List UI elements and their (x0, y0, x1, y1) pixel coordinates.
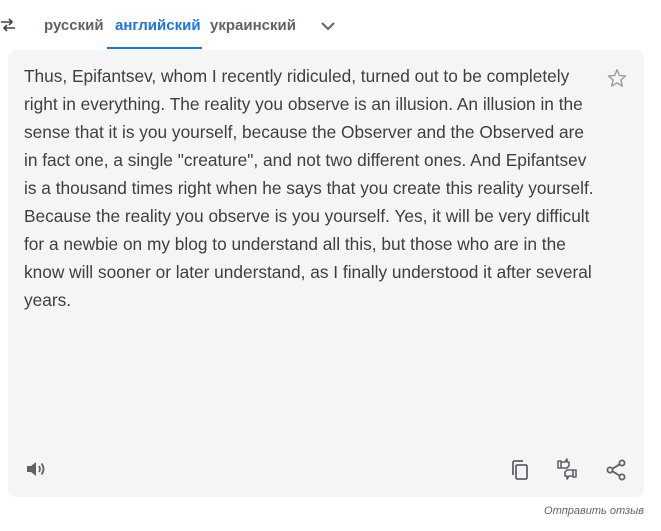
rate-translation-icon[interactable] (555, 457, 579, 481)
share-icon[interactable] (604, 458, 628, 482)
active-tab-indicator (107, 47, 202, 49)
copy-icon[interactable] (508, 458, 532, 482)
tab-ukrainian[interactable]: украинский (210, 0, 296, 50)
language-bar: русский английский украинский (0, 0, 661, 50)
translation-panel: Thus, Epifantsev, whom I recently ridicu… (8, 50, 644, 497)
star-icon[interactable] (606, 67, 628, 89)
tab-russian[interactable]: русский (44, 0, 104, 50)
chevron-down-icon[interactable] (318, 16, 338, 36)
translation-text: Thus, Epifantsev, whom I recently ridicu… (24, 66, 594, 310)
tab-english[interactable]: английский (115, 0, 201, 50)
speaker-icon[interactable] (24, 457, 48, 481)
send-feedback-link[interactable]: Отправить отзыв (544, 505, 644, 517)
swap-languages-icon[interactable] (0, 15, 16, 35)
